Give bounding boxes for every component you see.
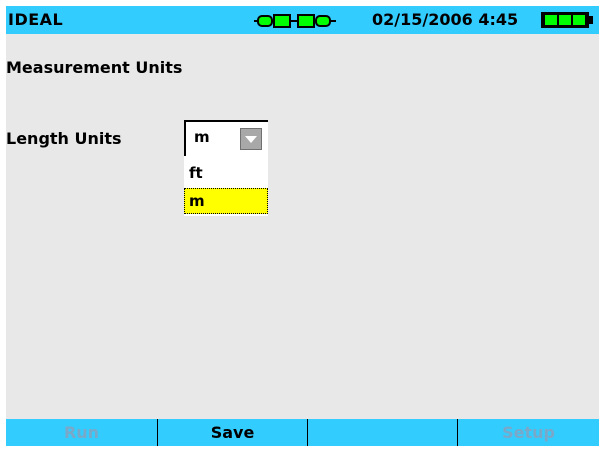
- chevron-down-icon[interactable]: [240, 128, 262, 150]
- length-units-label: Length Units: [6, 129, 122, 148]
- blank-softkey[interactable]: [308, 419, 457, 446]
- device-screen: IDEAL 02/15/2006 4:45 Measurement Units …: [6, 6, 599, 446]
- length-units-dropdown: ft m: [184, 156, 268, 216]
- softkey-bar: Run Save Setup: [6, 419, 599, 446]
- datetime-label: 02/15/2006 4:45: [372, 10, 519, 29]
- status-bar: IDEAL 02/15/2006 4:45: [6, 6, 599, 34]
- option-m[interactable]: m: [184, 188, 268, 214]
- save-softkey[interactable]: Save: [158, 419, 307, 446]
- run-softkey[interactable]: Run: [6, 419, 157, 446]
- link-status-icon: [254, 13, 336, 29]
- length-units-select[interactable]: m: [184, 120, 268, 156]
- brand-label: IDEAL: [8, 10, 64, 29]
- battery-full-icon: [540, 11, 594, 29]
- option-ft[interactable]: ft: [184, 160, 268, 186]
- page-title: Measurement Units: [6, 58, 183, 77]
- setup-softkey[interactable]: Setup: [458, 419, 599, 446]
- length-units-selected-value: m: [194, 128, 210, 146]
